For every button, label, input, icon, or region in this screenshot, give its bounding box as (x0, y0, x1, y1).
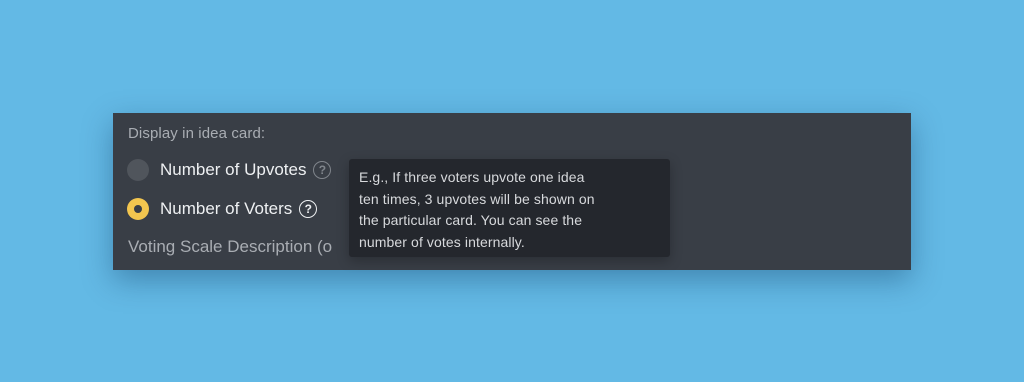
help-circle-icon[interactable]: ? (299, 200, 318, 218)
radio-button-selected[interactable] (127, 198, 149, 220)
help-tooltip: E.g., If three voters upvote one idea te… (349, 159, 670, 257)
tooltip-text-line: number of votes internally. (359, 233, 525, 250)
radio-option-number-of-upvotes[interactable]: Number of Upvotes ? (127, 158, 332, 182)
voting-scale-description-label: Voting Scale Description (o (128, 237, 333, 256)
tooltip-text-line: the particular card. You can see the (359, 212, 583, 228)
display-in-idea-card-label: Display in idea card: (128, 125, 266, 142)
radio-label-number-of-upvotes: Number of Upvotes (160, 160, 307, 179)
radio-selected-dot (134, 205, 142, 213)
radio-label-number-of-voters: Number of Voters (160, 199, 293, 218)
tooltip-text-line: ten times, 3 upvotes will be shown on (359, 190, 595, 207)
help-circle-icon[interactable]: ? (313, 161, 332, 179)
radio-option-number-of-voters[interactable]: Number of Voters ? (127, 197, 318, 221)
radio-button-unselected[interactable] (127, 159, 149, 181)
tooltip-text-line: E.g., If three voters upvote one idea (359, 169, 585, 185)
